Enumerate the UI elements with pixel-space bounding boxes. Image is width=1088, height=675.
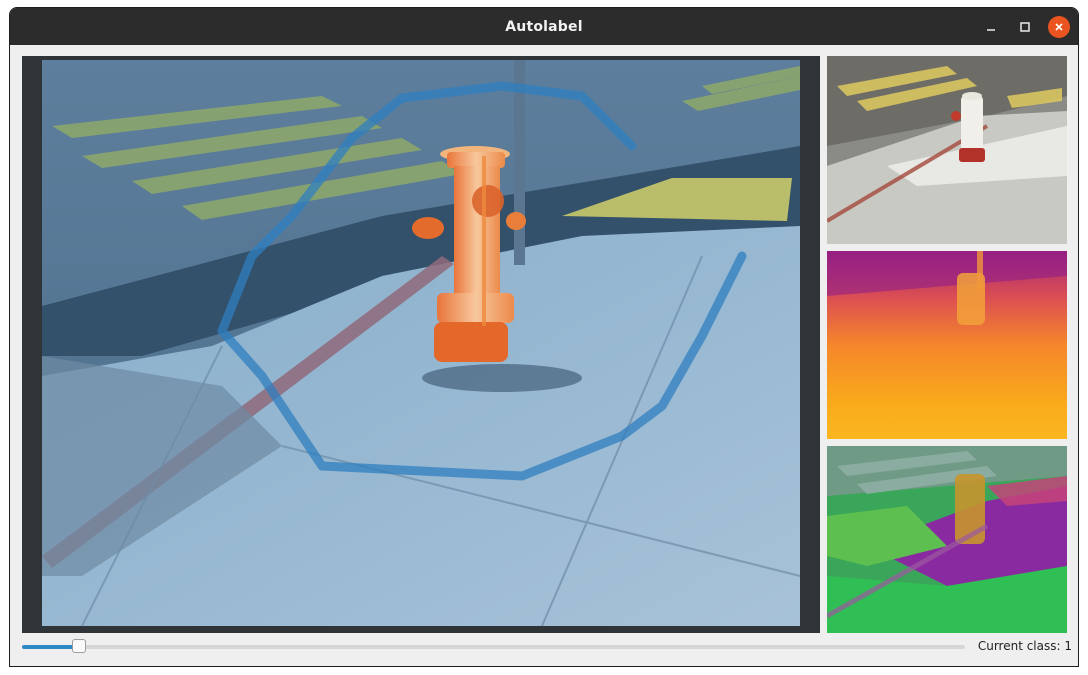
app-window: Autolabel Current class: 1 bbox=[9, 7, 1079, 667]
maximize-icon bbox=[1020, 21, 1030, 32]
rgb-thumbnail-panel bbox=[827, 56, 1067, 244]
bottom-bar: Current class: 1 bbox=[22, 636, 1072, 658]
depth-map-image bbox=[827, 251, 1067, 439]
slider-handle[interactable] bbox=[71, 639, 86, 653]
maximize-button[interactable] bbox=[1014, 16, 1036, 38]
current-class-label: Current class: 1 bbox=[977, 639, 1072, 653]
main-image-canvas[interactable] bbox=[22, 56, 820, 633]
rgb-thumbnail-image bbox=[827, 56, 1067, 244]
slider-fill bbox=[22, 645, 79, 649]
feature-map-image bbox=[827, 446, 1067, 633]
street-scene-image bbox=[22, 56, 820, 633]
minimize-icon bbox=[987, 28, 995, 31]
frame-slider[interactable] bbox=[22, 639, 965, 653]
feature-map-panel bbox=[827, 446, 1067, 633]
close-icon bbox=[1055, 22, 1063, 31]
window-title: Autolabel bbox=[505, 18, 583, 35]
title-bar[interactable]: Autolabel bbox=[10, 8, 1078, 45]
minimize-button[interactable] bbox=[980, 16, 1002, 38]
close-button[interactable] bbox=[1048, 15, 1070, 38]
depth-map-panel bbox=[827, 251, 1067, 439]
window-controls bbox=[980, 8, 1070, 45]
